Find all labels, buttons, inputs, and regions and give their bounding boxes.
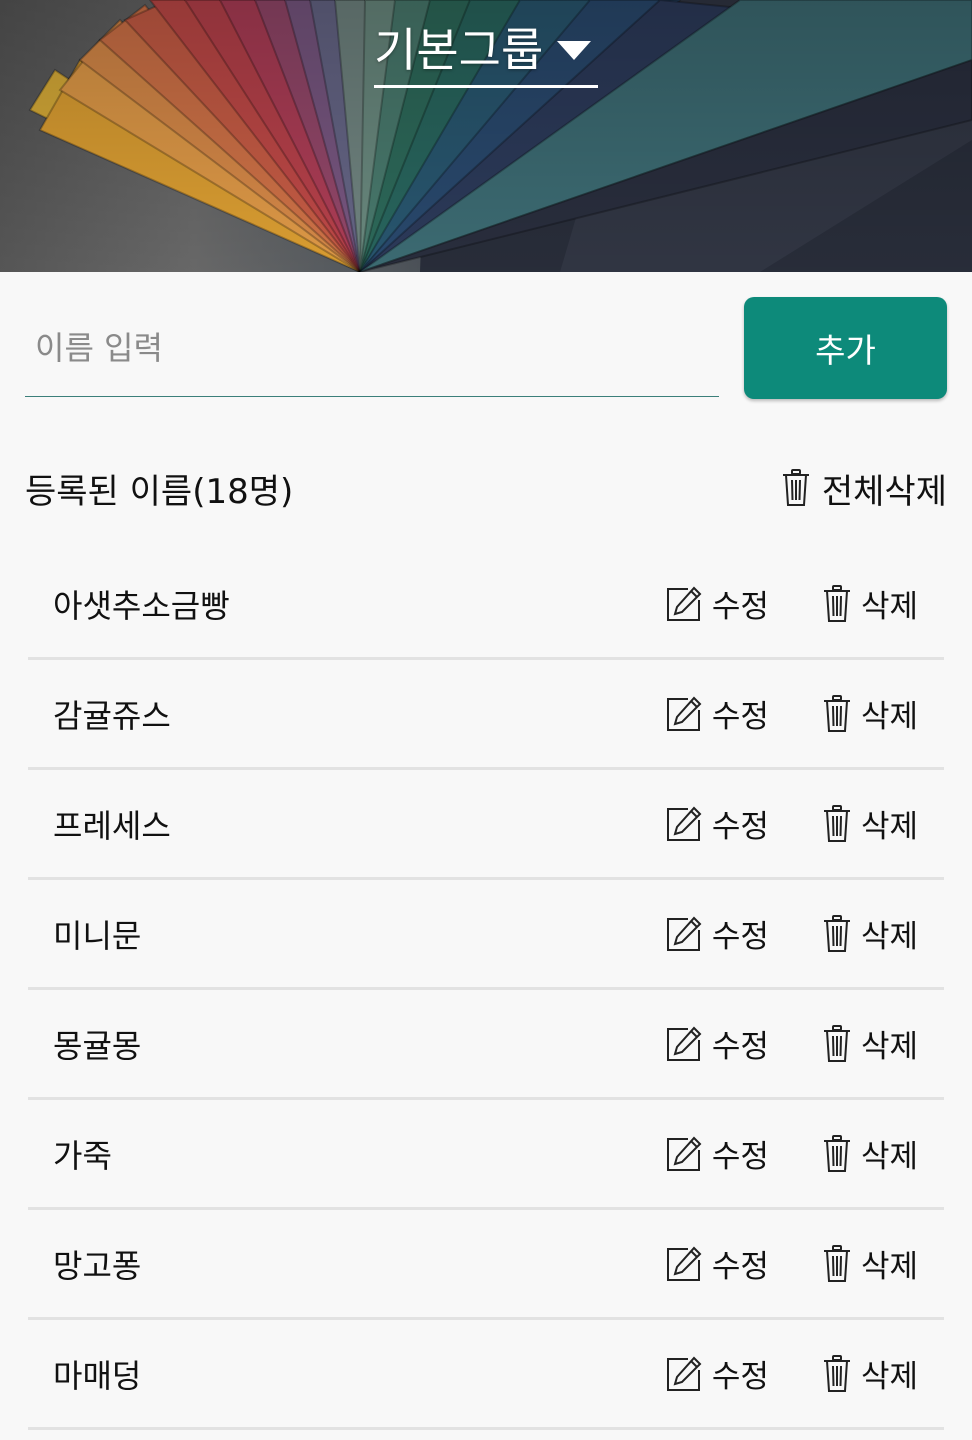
delete-button[interactable]: 삭제 — [823, 1021, 918, 1066]
trash-icon — [823, 1354, 851, 1393]
edit-icon — [666, 806, 702, 842]
edit-label: 수정 — [711, 1359, 769, 1395]
list-header: 등록된 이름(18명) 전체삭제 — [25, 455, 947, 521]
edit-icon — [666, 1356, 702, 1392]
list-item-actions: 수정 삭제 — [666, 1131, 918, 1176]
edit-button[interactable]: 수정 — [666, 1351, 769, 1396]
delete-button[interactable]: 삭제 — [823, 581, 918, 626]
list-item: 미니문 수정 삭제 — [28, 880, 944, 990]
list-item-name: 가죽 — [53, 1136, 112, 1175]
list-item: 마매덩 수정 삭제 — [28, 1320, 944, 1430]
delete-label: 삭제 — [860, 1139, 918, 1175]
list-item-actions: 수정 삭제 — [666, 1351, 918, 1396]
edit-label: 수정 — [711, 1139, 769, 1175]
edit-button[interactable]: 수정 — [666, 1241, 769, 1286]
name-list: 아샛추소금빵 수정 삭제 감귤쥬스 수정 삭제 프레세스 수정 삭제 미니문 수… — [28, 550, 944, 1430]
edit-label: 수정 — [711, 809, 769, 845]
edit-label: 수정 — [711, 699, 769, 735]
list-item-name: 감귤쥬스 — [53, 696, 171, 735]
delete-all-label: 전체삭제 — [821, 471, 947, 512]
edit-label: 수정 — [711, 589, 769, 625]
list-item-actions: 수정 삭제 — [666, 691, 918, 736]
delete-button[interactable]: 삭제 — [823, 1241, 918, 1286]
delete-label: 삭제 — [860, 919, 918, 955]
delete-button[interactable]: 삭제 — [823, 1351, 918, 1396]
delete-button[interactable]: 삭제 — [823, 911, 918, 956]
edit-icon — [666, 1026, 702, 1062]
edit-label: 수정 — [711, 1249, 769, 1285]
list-item-actions: 수정 삭제 — [666, 911, 918, 956]
list-item-name: 몽귤몽 — [53, 1026, 142, 1065]
list-item-actions: 수정 삭제 — [666, 1021, 918, 1066]
edit-icon — [666, 1136, 702, 1172]
name-input[interactable] — [25, 300, 719, 397]
list-item: 몽귤몽 수정 삭제 — [28, 990, 944, 1100]
trash-icon — [823, 1244, 851, 1283]
list-item-name: 망고퐁 — [53, 1246, 142, 1285]
group-selector-dropdown[interactable]: 기본그룹 — [374, 14, 598, 88]
edit-label: 수정 — [711, 919, 769, 955]
list-item-name: 프레세스 — [53, 806, 171, 845]
delete-label: 삭제 — [860, 1249, 918, 1285]
list-item-name: 아샛추소금빵 — [53, 586, 230, 625]
trash-icon — [823, 804, 851, 843]
edit-label: 수정 — [711, 1029, 769, 1065]
trash-icon — [782, 469, 810, 507]
edit-icon — [666, 1246, 702, 1282]
delete-label: 삭제 — [860, 809, 918, 845]
registered-count-label: 등록된 이름(18명) — [25, 471, 294, 512]
list-item: 감귤쥬스 수정 삭제 — [28, 660, 944, 770]
edit-button[interactable]: 수정 — [666, 801, 769, 846]
delete-all-button[interactable]: 전체삭제 — [782, 464, 947, 513]
list-item-actions: 수정 삭제 — [666, 1241, 918, 1286]
trash-icon — [823, 1134, 851, 1173]
list-item: 아샛추소금빵 수정 삭제 — [28, 550, 944, 660]
trash-icon — [823, 694, 851, 733]
edit-icon — [666, 696, 702, 732]
list-item: 가죽 수정 삭제 — [28, 1100, 944, 1210]
delete-label: 삭제 — [860, 699, 918, 735]
list-item: 프레세스 수정 삭제 — [28, 770, 944, 880]
header-banner: 기본그룹 — [0, 0, 972, 272]
delete-label: 삭제 — [860, 1029, 918, 1065]
group-title: 기본그룹 — [374, 22, 544, 77]
delete-button[interactable]: 삭제 — [823, 1131, 918, 1176]
list-item-actions: 수정 삭제 — [666, 581, 918, 626]
edit-button[interactable]: 수정 — [666, 911, 769, 956]
caret-down-icon — [557, 41, 592, 60]
list-item-actions: 수정 삭제 — [666, 801, 918, 846]
delete-label: 삭제 — [860, 589, 918, 625]
trash-icon — [823, 1024, 851, 1063]
add-button[interactable]: 추가 — [744, 297, 947, 399]
edit-icon — [666, 916, 702, 952]
trash-icon — [823, 584, 851, 623]
edit-button[interactable]: 수정 — [666, 1021, 769, 1066]
trash-icon — [823, 914, 851, 953]
delete-button[interactable]: 삭제 — [823, 691, 918, 736]
edit-icon — [666, 586, 702, 622]
edit-button[interactable]: 수정 — [666, 691, 769, 736]
list-item: 망고퐁 수정 삭제 — [28, 1210, 944, 1320]
list-item-name: 미니문 — [53, 916, 142, 955]
edit-button[interactable]: 수정 — [666, 1131, 769, 1176]
delete-button[interactable]: 삭제 — [823, 801, 918, 846]
edit-button[interactable]: 수정 — [666, 581, 769, 626]
delete-label: 삭제 — [860, 1359, 918, 1395]
list-item-name: 마매덩 — [53, 1356, 142, 1395]
